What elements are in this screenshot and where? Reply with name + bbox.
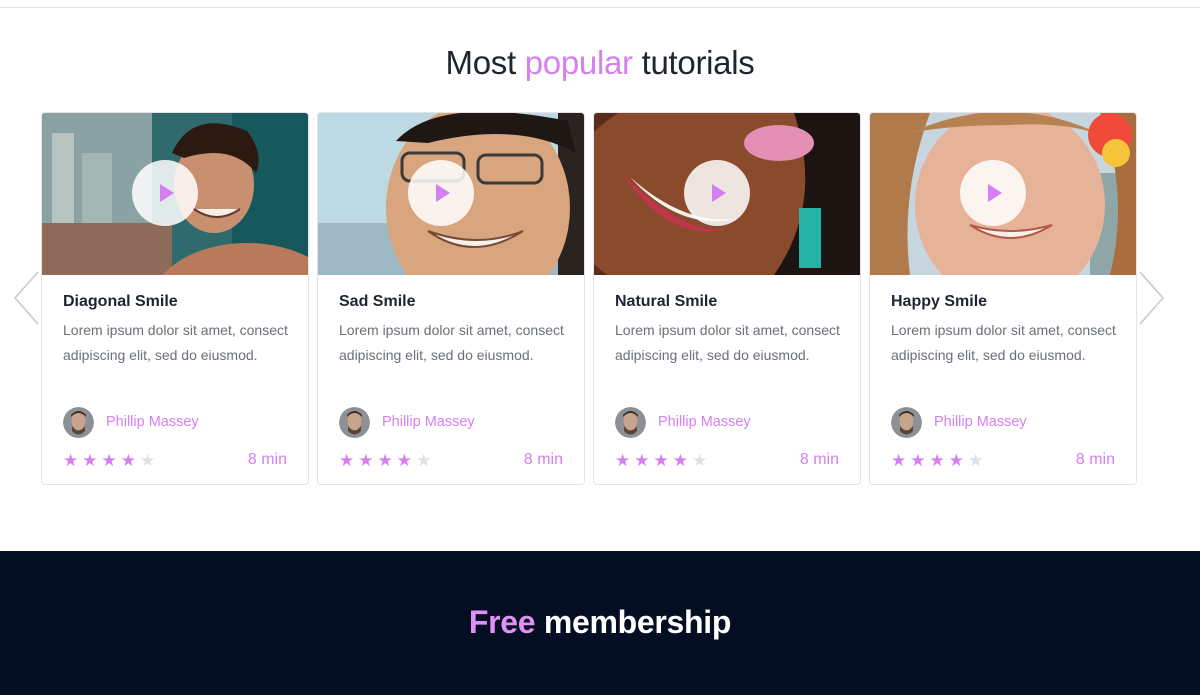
play-button[interactable] [960,160,1026,226]
play-button[interactable] [132,160,198,226]
avatar [615,406,646,438]
star-rating: ★ ★ ★ ★ ★ [339,451,435,471]
membership-title: Free membership [468,604,732,640]
star-empty-icon: ★ [416,451,432,470]
star-rating: ★ ★ ★ ★ ★ [615,451,711,471]
section-title: Most popular tutorials [445,44,755,81]
tutorial-card[interactable]: Sad Smile Lorem ipsum dolor sit amet, co… [317,112,585,485]
card-title: Happy Smile [891,293,988,310]
card-description: Lorem ipsum dolor sit amet, consect adip… [615,322,840,363]
star-icon: ★ [101,451,117,470]
card-title: Sad Smile [339,293,416,310]
tutorial-card[interactable]: Happy Smile Lorem ipsum dolor sit amet, … [869,112,1137,485]
play-button[interactable] [408,160,474,226]
carousel-next-button[interactable] [1136,270,1166,326]
card-title: Diagonal Smile [63,293,178,310]
author[interactable]: Phillip Massey [339,406,475,438]
card-description: Lorem ipsum dolor sit amet, consect adip… [63,322,288,363]
star-icon: ★ [615,451,631,470]
star-empty-icon: ★ [692,451,708,470]
author-name[interactable]: Phillip Massey [382,414,475,430]
avatar [63,406,94,438]
author[interactable]: Phillip Massey [615,406,751,438]
duration: 8 min [799,451,839,468]
star-icon: ★ [396,451,412,470]
tutorial-thumbnail[interactable] [318,113,584,275]
star-icon: ★ [672,451,688,470]
author[interactable]: Phillip Massey [63,406,199,438]
author[interactable]: Phillip Massey [891,406,1027,438]
card-title: Natural Smile [615,293,718,310]
star-rating: ★ ★ ★ ★ ★ [63,451,159,471]
star-icon: ★ [653,451,669,470]
star-icon: ★ [82,451,98,470]
star-icon: ★ [120,451,136,470]
star-icon: ★ [358,451,374,470]
tutorial-thumbnail[interactable] [594,113,860,275]
carousel-prev-button[interactable] [12,270,42,326]
card-description: Lorem ipsum dolor sit amet, consect adip… [339,322,564,363]
star-icon: ★ [929,451,945,470]
chevron-left-icon [13,271,39,325]
chevron-right-icon [1139,271,1165,325]
author-name[interactable]: Phillip Massey [658,414,751,430]
star-empty-icon: ★ [968,451,984,470]
tutorial-card[interactable]: Natural Smile Lorem ipsum dolor sit amet… [593,112,861,485]
duration: 8 min [1075,451,1115,468]
tutorial-carousel: Diagonal Smile Lorem ipsum dolor sit ame… [41,112,1137,485]
duration: 8 min [247,451,287,468]
avatar [891,406,922,438]
play-button[interactable] [684,160,750,226]
star-icon: ★ [891,451,907,470]
star-icon: ★ [910,451,926,470]
duration: 8 min [523,451,563,468]
top-divider [0,7,1200,8]
star-icon: ★ [339,451,355,470]
avatar [339,406,370,438]
star-icon: ★ [634,451,650,470]
author-name[interactable]: Phillip Massey [934,414,1027,430]
star-rating: ★ ★ ★ ★ ★ [891,451,987,471]
tutorial-card[interactable]: Diagonal Smile Lorem ipsum dolor sit ame… [41,112,309,485]
tutorial-thumbnail[interactable] [870,113,1136,275]
membership-banner: Free membership [0,551,1200,695]
star-icon: ★ [948,451,964,470]
star-icon: ★ [63,451,79,470]
star-empty-icon: ★ [140,451,156,470]
card-description: Lorem ipsum dolor sit amet, consect adip… [891,322,1116,363]
tutorial-thumbnail[interactable] [42,113,308,275]
star-icon: ★ [377,451,393,470]
author-name[interactable]: Phillip Massey [106,414,199,430]
